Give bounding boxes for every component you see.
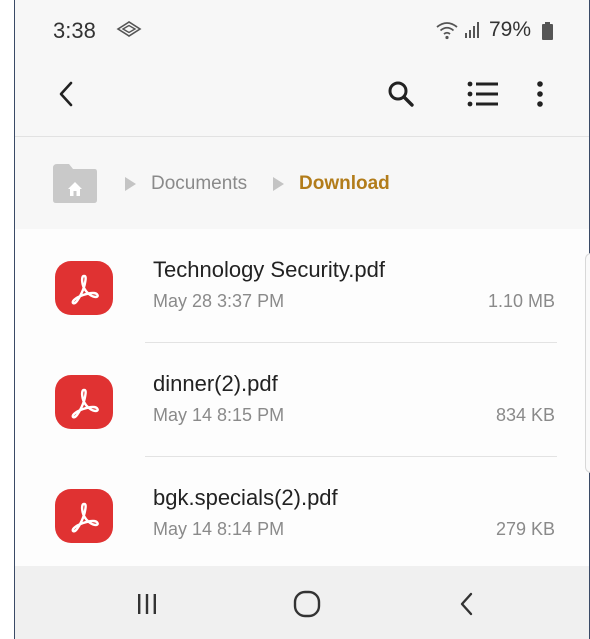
file-date: May 14 8:15 PM — [153, 405, 285, 425]
list-item[interactable]: bgk.specials(2).pdf May 14 8:14 PM 279 K… — [15, 457, 577, 571]
back-button[interactable] — [47, 74, 87, 114]
pdf-icon — [55, 375, 113, 429]
pdf-icon — [55, 261, 113, 315]
status-time: 3:38 — [53, 18, 96, 43]
file-size: 1.10 MB — [487, 291, 555, 311]
scrollbar[interactable] — [585, 253, 590, 473]
app-bar — [15, 62, 589, 137]
more-options-button[interactable] — [525, 74, 555, 114]
list-item[interactable]: Technology Security.pdf May 28 3:37 PM 1… — [15, 229, 577, 343]
more-vert-icon — [537, 81, 543, 107]
breadcrumb: Documents Download — [15, 137, 589, 229]
wifi-icon — [436, 22, 458, 40]
cast-icon — [116, 21, 142, 37]
battery-percent: 79% — [489, 18, 532, 41]
list-view-icon — [467, 81, 498, 107]
breadcrumb-documents[interactable]: Documents — [151, 173, 247, 195]
file-size: 834 KB — [495, 405, 555, 425]
nav-back-button[interactable] — [447, 586, 487, 622]
search-icon — [388, 81, 414, 107]
list-item[interactable]: dinner(2).pdf May 14 8:15 PM 834 KB — [15, 343, 577, 457]
search-button[interactable] — [381, 74, 421, 114]
list-view-button[interactable] — [461, 74, 505, 114]
file-list: Technology Security.pdf May 28 3:37 PM 1… — [15, 229, 589, 566]
pdf-icon — [55, 489, 113, 543]
navigation-bar — [15, 566, 589, 639]
file-size: 279 KB — [495, 519, 555, 539]
recents-button[interactable] — [127, 586, 167, 622]
battery-icon — [542, 22, 553, 40]
breadcrumb-separator-icon — [125, 177, 136, 191]
phone-screen: 3:38 79% Documents Download Technology S… — [14, 0, 590, 639]
file-date: May 14 8:14 PM — [153, 519, 285, 539]
breadcrumb-download[interactable]: Download — [299, 173, 390, 195]
status-bar: 3:38 79% — [15, 0, 589, 62]
signal-icon — [465, 22, 479, 38]
breadcrumb-separator-icon — [273, 177, 284, 191]
home-icon — [293, 590, 321, 618]
recents-icon — [138, 594, 156, 614]
file-name: Technology Security.pdf — [153, 257, 385, 282]
home-folder-icon[interactable] — [51, 162, 99, 204]
back-arrow-icon — [59, 81, 73, 107]
file-date: May 28 3:37 PM — [153, 291, 285, 311]
file-name: dinner(2).pdf — [153, 371, 278, 396]
file-name: bgk.specials(2).pdf — [153, 485, 338, 510]
back-icon — [460, 592, 473, 616]
home-button[interactable] — [287, 586, 327, 622]
